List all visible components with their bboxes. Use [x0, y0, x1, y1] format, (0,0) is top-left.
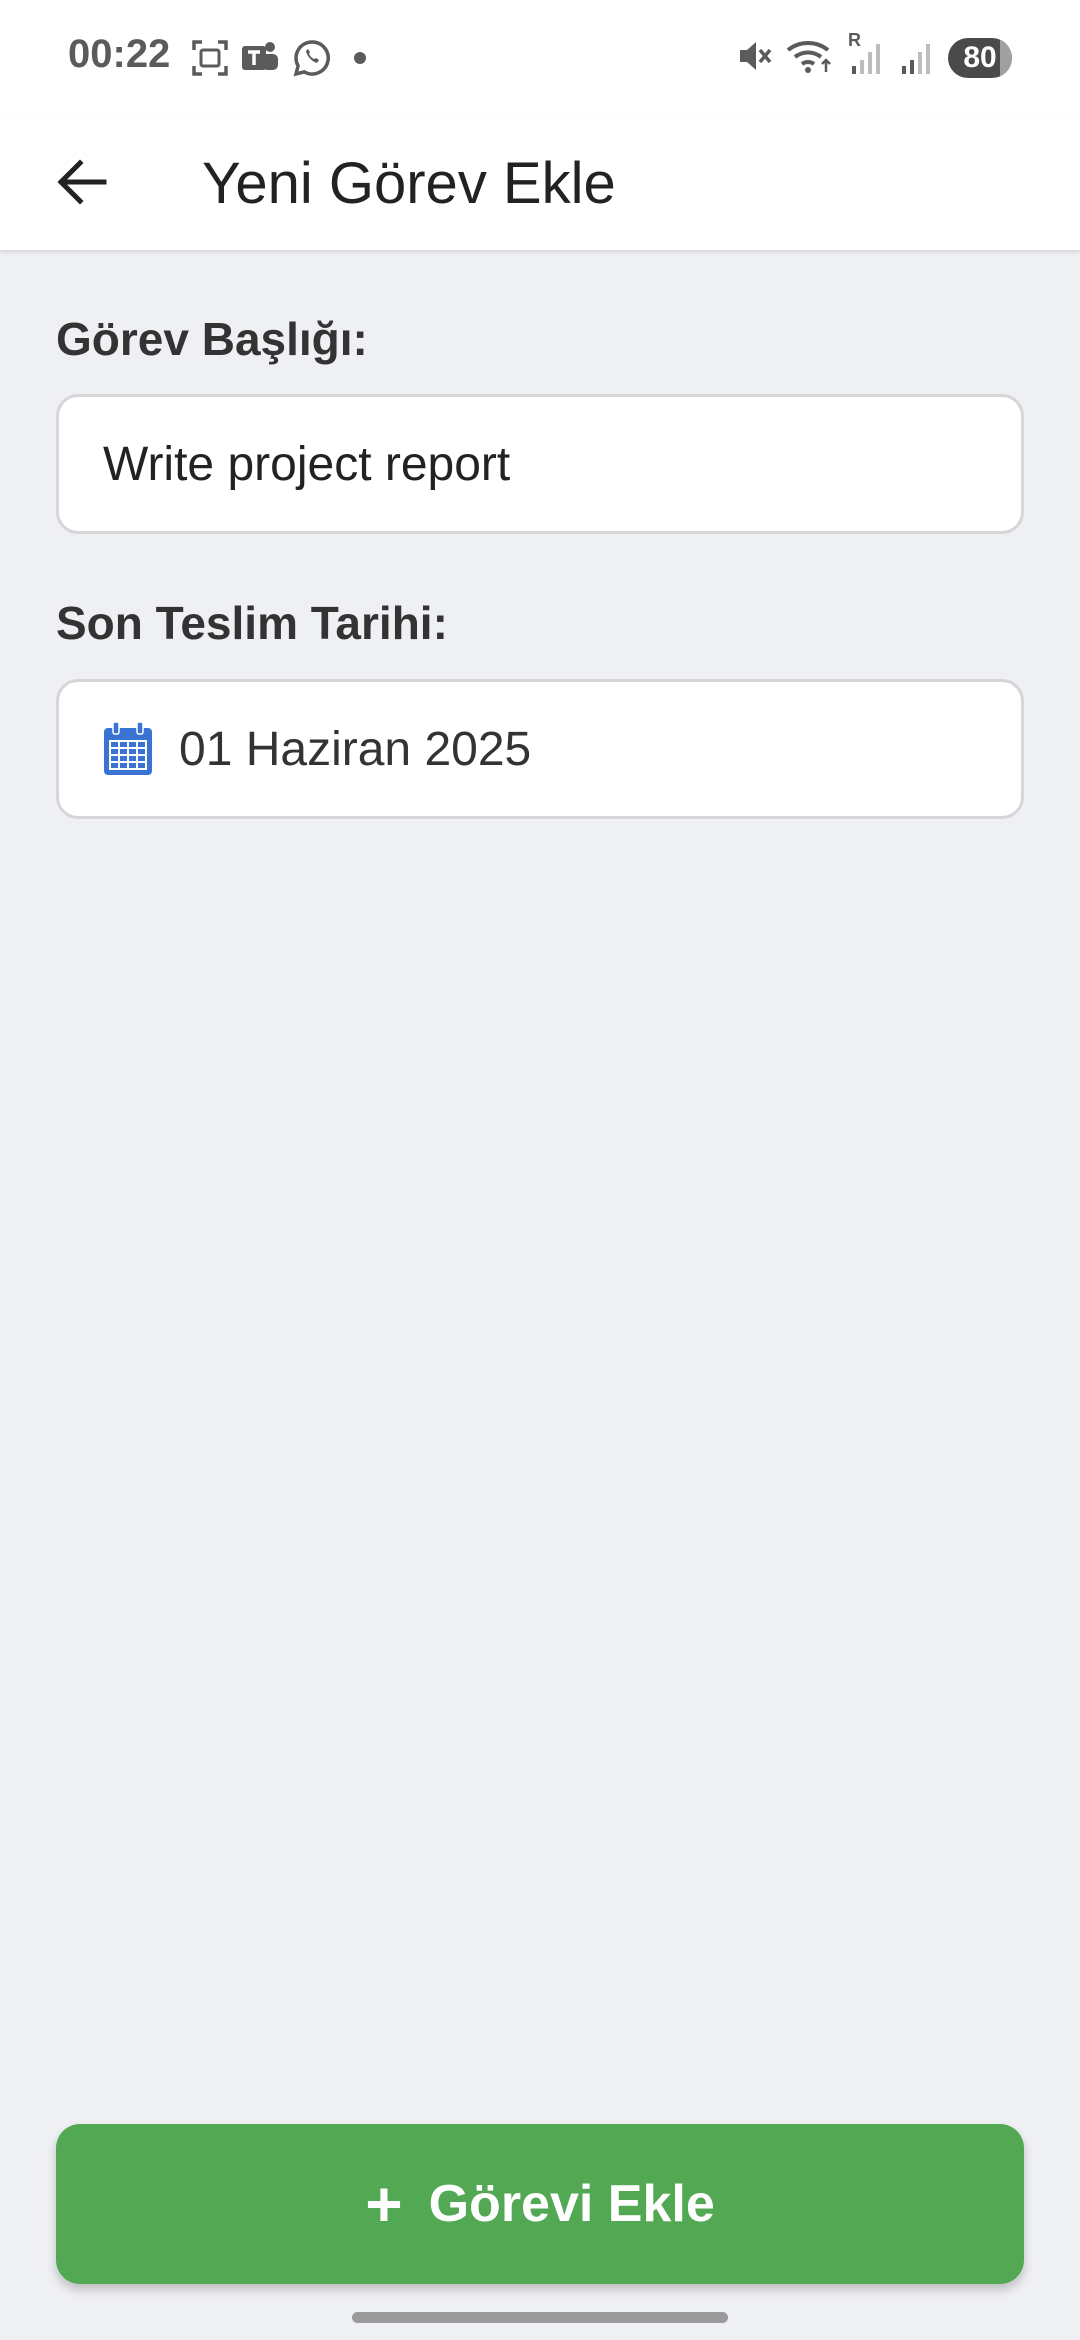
app-bar: Yeni Görev Ekle — [0, 118, 1080, 250]
deadline-value: 01 Haziran 2025 — [179, 722, 532, 776]
battery-indicator: 80 — [948, 38, 1012, 78]
status-time: 00:22 — [68, 32, 171, 76]
status-right-icons: R 80 — [736, 30, 1012, 82]
status-left-icons — [190, 36, 378, 80]
deadline-label: Son Teslim Tarihi: — [56, 597, 448, 649]
task-title-input[interactable]: Write project report — [56, 394, 1024, 534]
whatsapp-icon — [292, 38, 332, 78]
home-indicator[interactable] — [352, 2312, 728, 2323]
page-title: Yeni Görev Ekle — [202, 151, 616, 216]
add-task-button[interactable]: + Görevi Ekle — [56, 2124, 1024, 2284]
teams-icon — [240, 38, 282, 78]
arrow-left-icon — [56, 158, 108, 210]
plus-icon: + — [365, 2168, 403, 2240]
wifi-icon — [786, 36, 834, 81]
screenshot-icon — [190, 38, 230, 78]
signal-icon — [898, 36, 934, 81]
calendar-icon — [101, 720, 155, 778]
task-title-label: Görev Başlığı: — [56, 313, 368, 365]
dot-icon — [342, 38, 378, 78]
signal-roaming-icon: R — [848, 30, 884, 81]
deadline-picker[interactable]: 01 Haziran 2025 — [56, 679, 1024, 819]
status-bar: 00:22 R 80 — [0, 0, 1080, 118]
roaming-label: R — [848, 29, 861, 50]
battery-level: 80 — [963, 41, 997, 74]
add-task-label: Görevi Ekle — [428, 2175, 715, 2233]
back-button[interactable] — [40, 142, 124, 226]
task-title-value: Write project report — [103, 437, 511, 491]
mute-icon — [736, 36, 772, 81]
